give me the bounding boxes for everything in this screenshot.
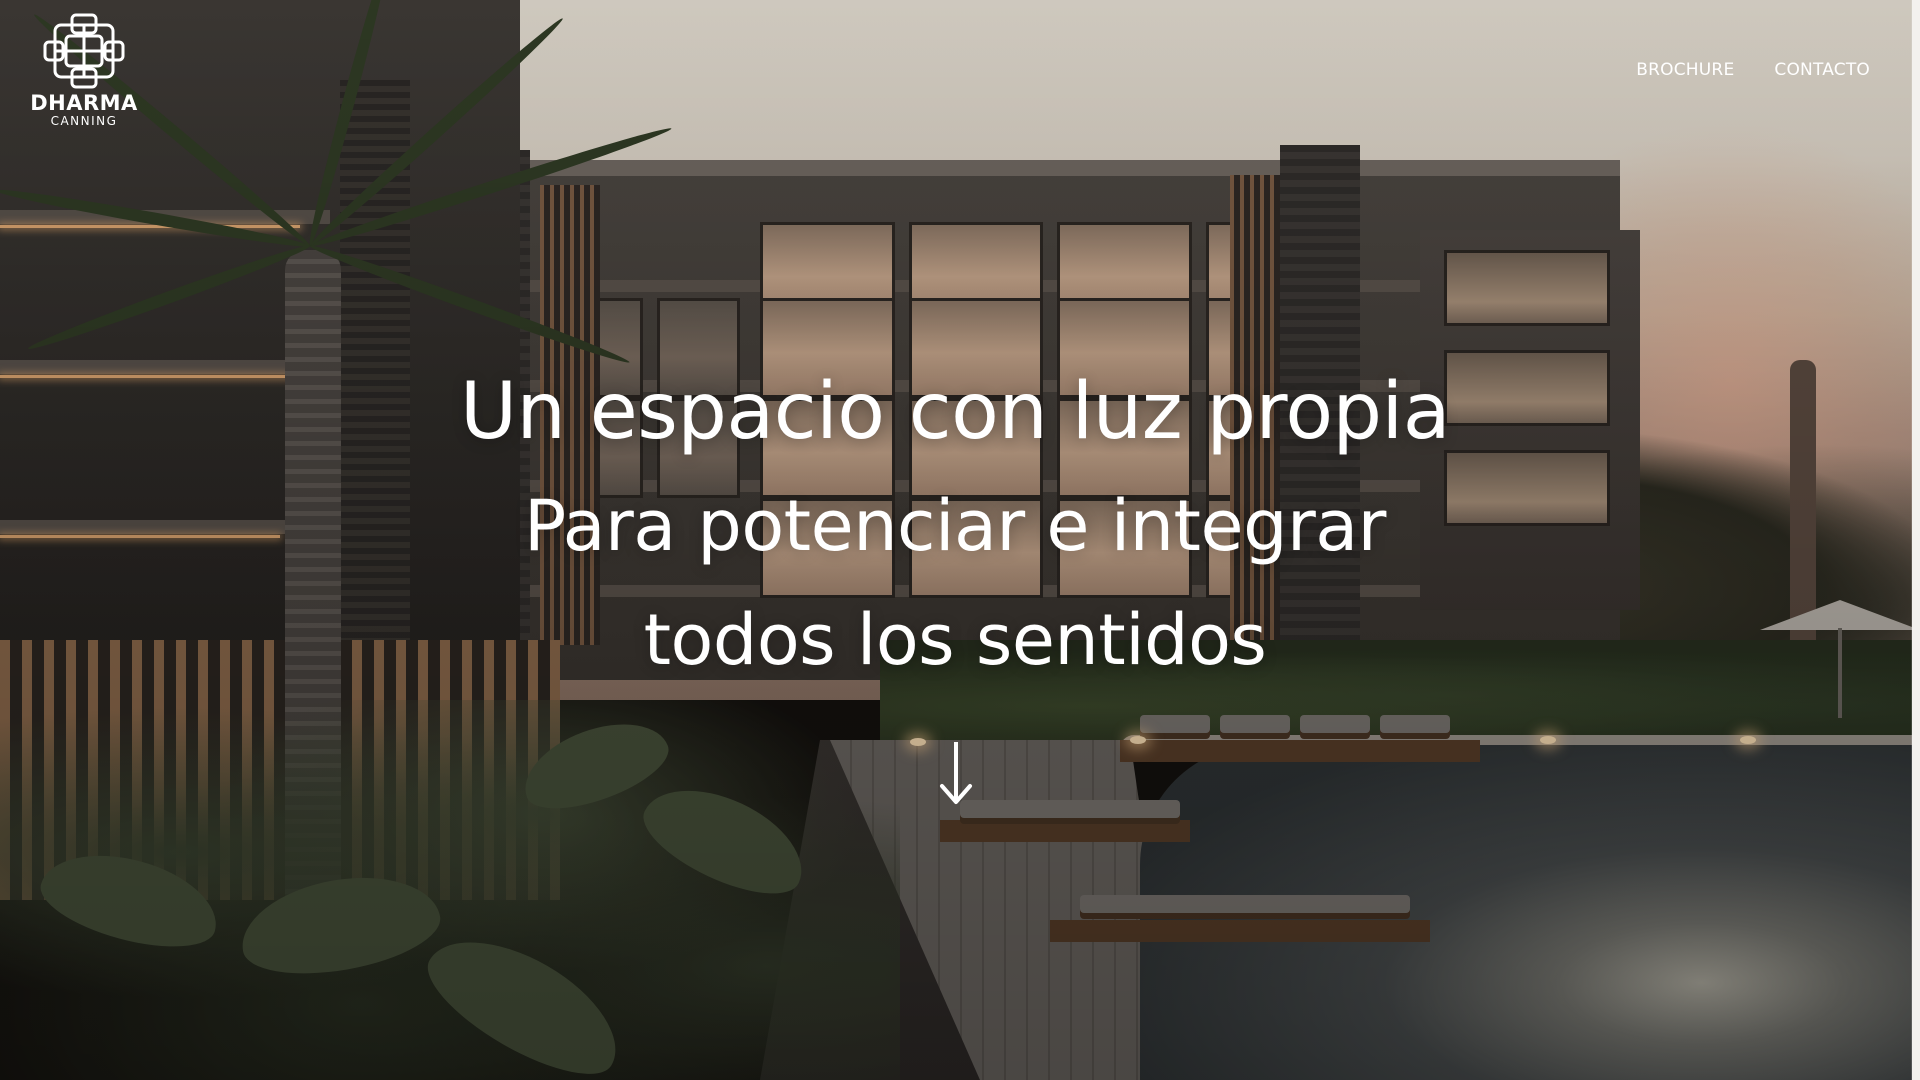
- hero-subtitle-line2: todos los sentidos: [643, 599, 1267, 681]
- dharma-knot-logo-icon: [43, 13, 125, 89]
- brand-logo[interactable]: DHARMA CANNING: [28, 12, 140, 132]
- scrollbar-thumb[interactable]: [1912, 4, 1919, 132]
- arrow-down-icon[interactable]: [936, 740, 976, 806]
- brand-name: DHARMA: [30, 91, 138, 115]
- hero-title: Un espacio con luz propia: [459, 367, 1451, 457]
- hero-subtitle-line1: Para potenciar e integrar: [524, 485, 1386, 567]
- main-nav: BROCHURE CONTACTO: [1636, 60, 1870, 80]
- nav-link-contacto[interactable]: CONTACTO: [1774, 60, 1870, 80]
- page-scrollbar[interactable]: [1911, 0, 1920, 1080]
- brand-subtitle: CANNING: [50, 114, 118, 128]
- nav-link-brochure[interactable]: BROCHURE: [1636, 60, 1734, 80]
- hero-headline: Un espacio con luz propia Para potenciar…: [0, 355, 1910, 697]
- landing-page: DHARMA CANNING BROCHURE CONTACTO Un espa…: [0, 0, 1920, 1080]
